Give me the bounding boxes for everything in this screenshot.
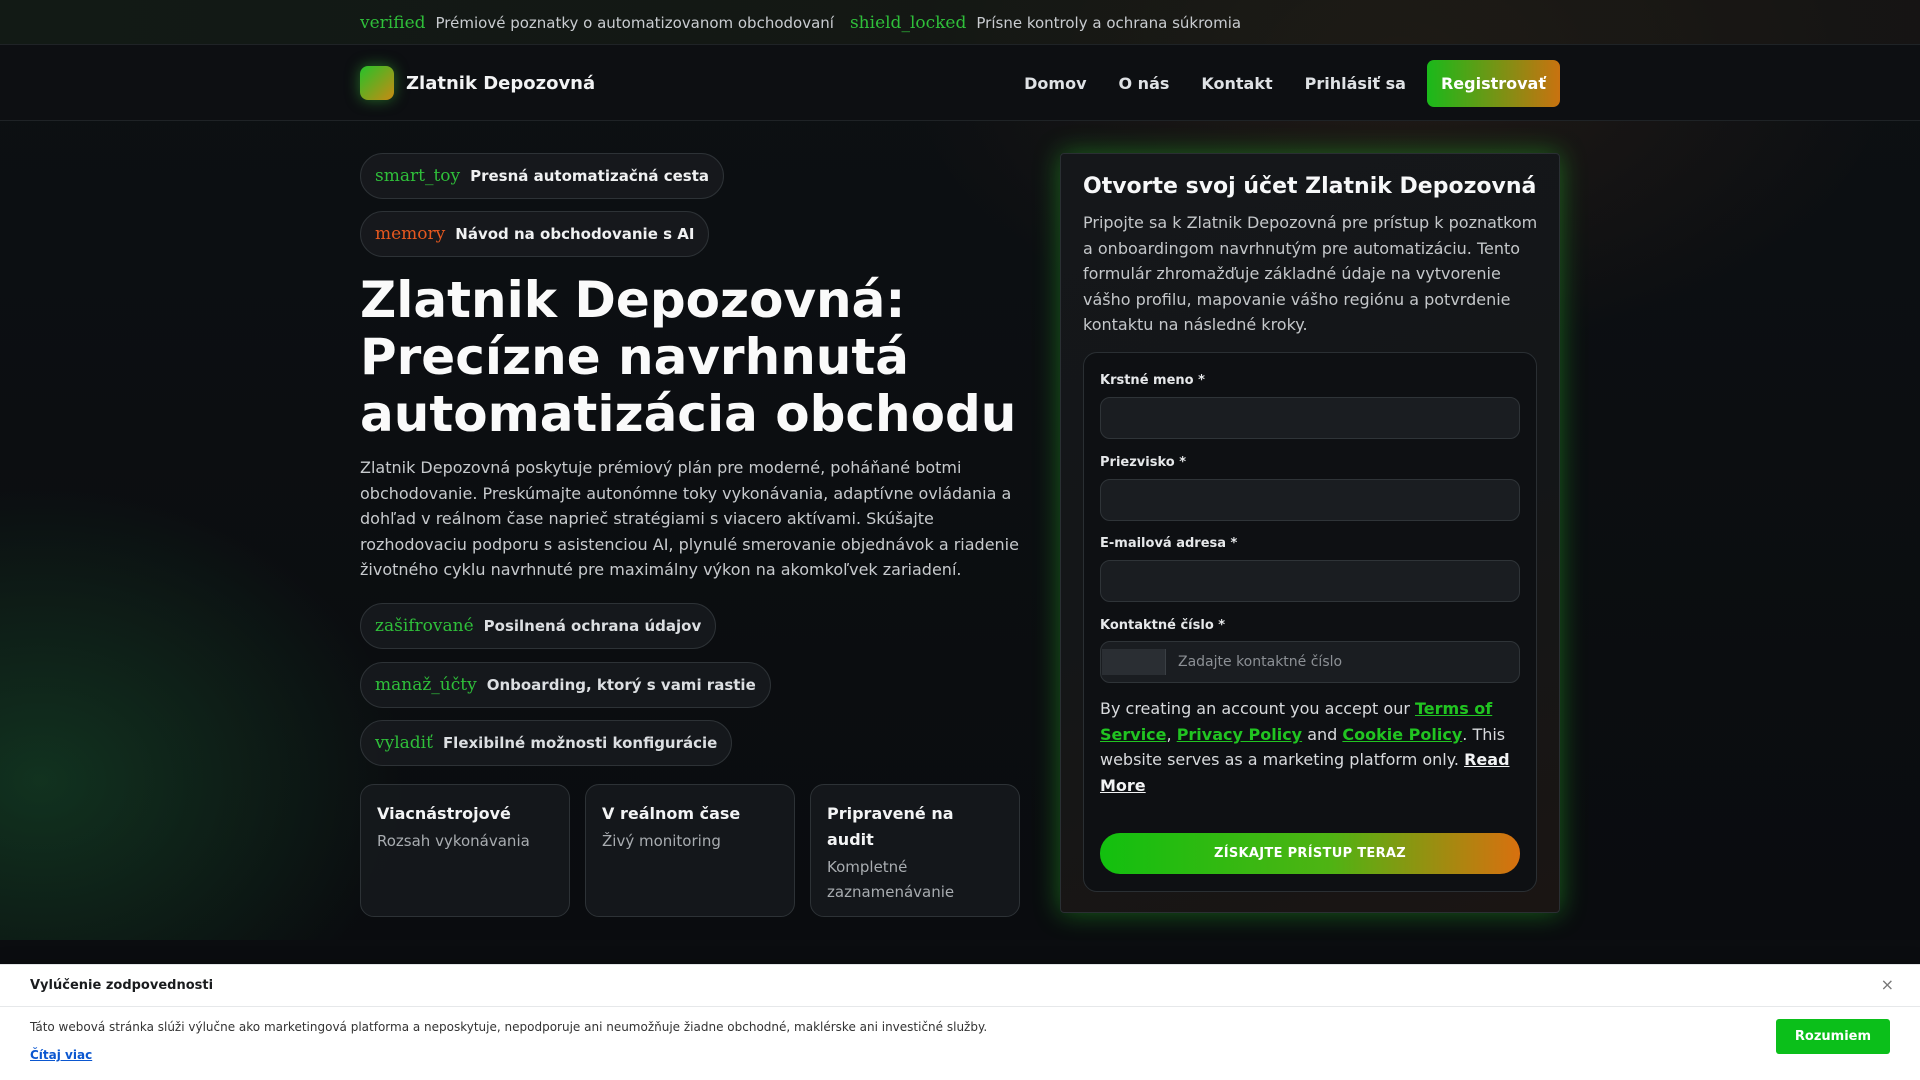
phone-field xyxy=(1100,641,1520,683)
topbar-item-privacy: shield_locked Prísne kontroly a ochrana … xyxy=(850,13,1241,33)
stat-card-realtime: V reálnom čase Živý monitoring xyxy=(585,784,795,917)
topbar-text: Prísne kontroly a ochrana súkromia xyxy=(976,13,1242,32)
stat-card-multi-instrument: Viacnástrojové Rozsah vykonávania xyxy=(360,784,570,917)
signup-panel: Otvorte svoj účet Zlatnik Depozovná Prip… xyxy=(1060,153,1560,913)
register-button[interactable]: Registrovať xyxy=(1426,59,1560,107)
signup-description: Pripojte sa k Zlatnik Depozovná pre prís… xyxy=(1083,213,1538,335)
disclaimer-text: Táto webová stránka slúži výlučne ako ma… xyxy=(30,1020,988,1034)
first-name-label: Krstné meno * xyxy=(1100,373,1205,388)
hero-badge-ai-guide: memory Návod na obchodovanie s AI xyxy=(360,211,710,257)
disclaimer-read-more-link[interactable]: Čítaj viac xyxy=(30,1048,92,1062)
stat-title: V reálnom čase xyxy=(602,804,741,823)
last-name-input[interactable] xyxy=(1100,479,1520,521)
feature-onboarding: manaž_účty Onboarding, ktorý s vami rast… xyxy=(360,662,771,708)
email-input[interactable] xyxy=(1100,560,1520,602)
topbar-text: Prémiové poznatky o automatizovanom obch… xyxy=(435,13,834,32)
consent-and: and xyxy=(1302,724,1343,744)
topbar-item-insights: verified Prémiové poznatky o automatizov… xyxy=(360,13,834,33)
close-icon[interactable]: × xyxy=(1881,975,1894,994)
country-code-select[interactable] xyxy=(1102,649,1166,675)
cookie-link[interactable]: Cookie Policy xyxy=(1342,725,1462,744)
consent-text: By creating an account you accept our Te… xyxy=(1100,696,1520,798)
hero-description: Zlatnik Depozovná poskytuje prémiový plá… xyxy=(360,458,1019,580)
last-name-label: Priezvisko * xyxy=(1100,455,1186,470)
phone-input[interactable] xyxy=(1166,642,1519,682)
nav-login[interactable]: Prihlásiť sa xyxy=(1294,64,1417,103)
get-access-button[interactable]: ZÍSKAJTE PRÍSTUP TERAZ xyxy=(1100,833,1520,874)
feature-configuration: vyladiť Flexibilné možnosti konfigurácie xyxy=(360,720,733,766)
main-nav: Domov O nás Kontakt Prihlásiť sa Registr… xyxy=(1013,59,1560,107)
verified-icon: verified xyxy=(360,12,426,33)
stat-subtitle: Kompletné zaznamenávanie xyxy=(827,858,955,901)
badge-text: Presná automatizačná cesta xyxy=(470,167,710,185)
hero-title: Zlatnik Depozovná: Precízne navrhnutá au… xyxy=(360,271,1017,443)
tune-icon: vyladiť xyxy=(375,733,433,753)
encrypted-icon: zašifrované xyxy=(375,616,474,636)
feature-data-protection: zašifrované Posilnená ochrana údajov xyxy=(360,603,717,649)
shield-locked-icon: shield_locked xyxy=(849,12,967,33)
stat-card-audit: Pripravené na audit Kompletné zaznamenáv… xyxy=(810,784,1020,917)
stat-subtitle: Rozsah vykonávania xyxy=(377,832,530,850)
nav-contact[interactable]: Kontakt xyxy=(1190,64,1283,103)
privacy-link[interactable]: Privacy Policy xyxy=(1177,725,1302,744)
first-name-input[interactable] xyxy=(1100,397,1520,439)
disclaimer-header: Vylúčenie zodpovednosti × xyxy=(0,965,1920,1007)
signup-form: Krstné meno * Priezvisko * E-mailová adr… xyxy=(1083,352,1537,892)
top-info-bar: verified Prémiové poznatky o automatizov… xyxy=(0,0,1920,45)
manage-accounts-icon: manaž_účty xyxy=(375,675,477,695)
brand-logo-icon xyxy=(360,66,394,100)
smart-toy-icon: smart_toy xyxy=(375,166,461,186)
hero-badge-automation: smart_toy Presná automatizačná cesta xyxy=(360,153,725,199)
disclaimer-accept-button[interactable]: Rozumiem xyxy=(1776,1019,1890,1054)
stat-subtitle: Živý monitoring xyxy=(602,832,721,850)
memory-icon: memory xyxy=(375,224,446,244)
disclaimer-title: Vylúčenie zodpovednosti xyxy=(30,978,214,993)
signup-title: Otvorte svoj účet Zlatnik Depozovná xyxy=(1083,174,1537,199)
nav-about[interactable]: O nás xyxy=(1108,64,1181,103)
brand-name: Zlatnik Depozovná xyxy=(406,72,596,94)
brand-link[interactable]: Zlatnik Depozovná xyxy=(360,66,595,100)
nav-home[interactable]: Domov xyxy=(1013,64,1097,103)
consent-comma: , xyxy=(1166,724,1177,744)
feature-text: Flexibilné možnosti konfigurácie xyxy=(442,734,718,752)
stat-title: Pripravené na audit xyxy=(827,804,954,849)
stat-title: Viacnástrojové xyxy=(377,804,511,823)
disclaimer-banner: Vylúčenie zodpovednosti × Táto webová st… xyxy=(0,964,1920,1080)
site-header: Zlatnik Depozovná Domov O nás Kontakt Pr… xyxy=(0,45,1920,121)
phone-label: Kontaktné číslo * xyxy=(1100,618,1226,633)
consent-prefix: By creating an account you accept our xyxy=(1100,699,1415,718)
badge-text: Návod na obchodovanie s AI xyxy=(455,225,695,243)
feature-text: Onboarding, ktorý s vami rastie xyxy=(486,676,756,694)
email-label: E-mailová adresa * xyxy=(1100,536,1238,551)
feature-text: Posilnená ochrana údajov xyxy=(483,617,702,635)
